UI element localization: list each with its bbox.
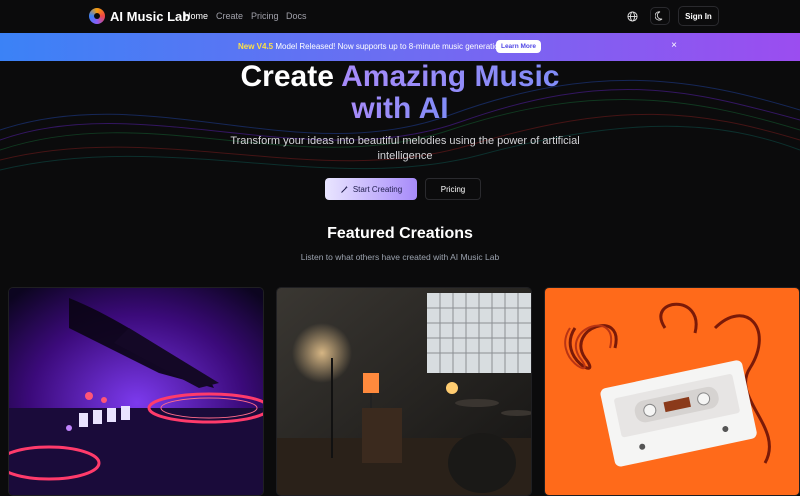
pricing-button[interactable]: Pricing — [425, 178, 481, 200]
learn-more-button[interactable]: Learn More — [496, 40, 541, 53]
banner-new-label: New V4.5 — [238, 42, 274, 51]
featured-card-cassette[interactable] — [544, 287, 800, 496]
hero-title-plain: Create — [240, 60, 342, 93]
hero-title: Create Amazing Music with AI — [0, 61, 800, 125]
nav-link-pricing[interactable]: Pricing — [251, 11, 279, 21]
dj-controller-image — [9, 288, 263, 495]
nav-link-create[interactable]: Create — [216, 11, 243, 21]
featured-card-dj[interactable] — [8, 287, 264, 496]
nav-link-docs[interactable]: Docs — [286, 11, 307, 21]
brand-name[interactable]: AI Music Lab — [110, 9, 190, 24]
theme-toggle-button[interactable] — [650, 7, 670, 25]
hero-subtitle: Transform your ideas into beautiful melo… — [230, 135, 580, 162]
start-creating-button[interactable]: Start Creating — [325, 178, 417, 200]
start-creating-label: Start Creating — [352, 184, 403, 194]
cassette-tape-image — [545, 288, 799, 495]
banner-message: New V4.5 Model Released! Now supports up… — [238, 42, 503, 51]
featured-title: Featured Creations — [327, 225, 473, 242]
sign-in-button[interactable]: Sign In — [678, 6, 719, 26]
logo-icon[interactable] — [89, 8, 105, 24]
featured-subtitle: Listen to what others have created with … — [300, 252, 500, 262]
hero-title-gradient: Amazing Music — [341, 60, 560, 93]
moon-icon — [655, 11, 663, 21]
top-navbar: AI Music Lab Home Create Pricing Docs Si… — [0, 0, 800, 33]
magic-wand-icon — [340, 185, 348, 193]
studio-room-image — [277, 288, 531, 495]
globe-icon — [626, 10, 638, 22]
banner-text: Model Released! Now supports up to 8-min… — [273, 42, 504, 51]
banner-close-icon[interactable]: × — [669, 41, 679, 51]
nav-link-home[interactable]: Home — [184, 11, 208, 21]
announcement-banner: New V4.5 Model Released! Now supports up… — [0, 33, 800, 61]
featured-card-studio[interactable] — [276, 287, 532, 496]
language-button[interactable] — [622, 7, 642, 25]
hero-title-line2: with AI — [351, 92, 449, 125]
